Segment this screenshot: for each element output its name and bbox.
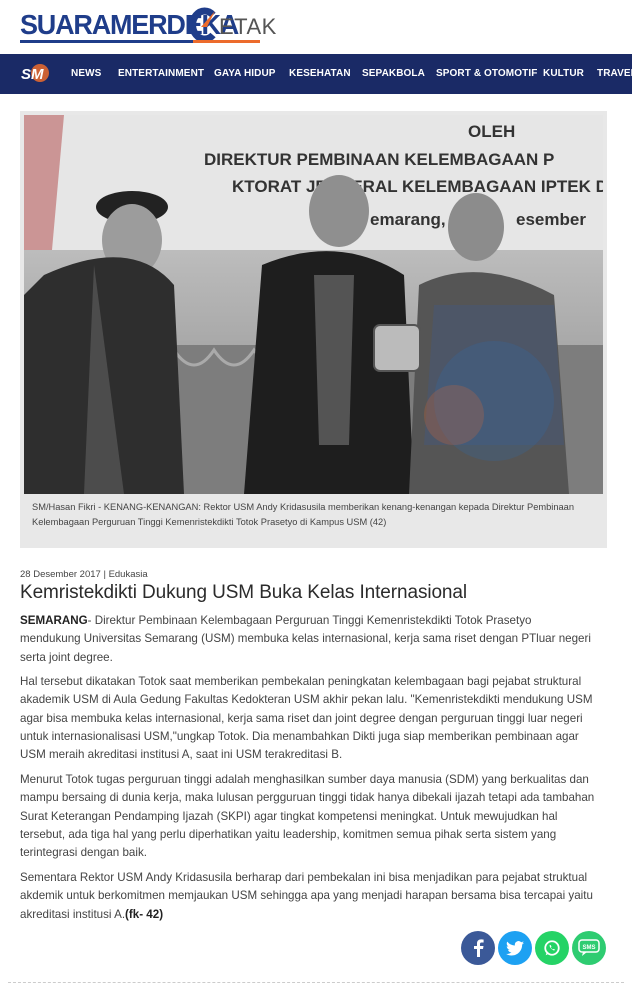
article-title: Kemristekdikti Dukung USM Buka Kelas Int… [20,582,467,603]
sm-logo-icon[interactable]: SM [20,63,50,83]
meta-separator: | [103,569,106,580]
photo-figure: OLEH DIREKTUR PEMBINAAN KELEMBAGAAN P KT… [20,111,607,548]
share-twitter-button[interactable] [498,931,532,965]
closing-text: Sementara Rektor USM Andy Kridasusila be… [20,871,593,921]
main-nav: SM NEWS ENTERTAINMENT GAYA HIDUP KESEHAT… [0,54,632,94]
sms-icon: SMS [578,939,600,956]
share-sms-button[interactable]: SMS [572,931,606,965]
nav-item-entertainment[interactable]: ENTERTAINMENT [118,68,204,79]
article-category[interactable]: Edukasia [109,569,148,580]
brand-suffix-text: ETAK [219,14,277,39]
whatsapp-icon [544,940,560,956]
article-signoff: (fk- 42) [125,907,164,921]
footer-divider [8,982,624,983]
svg-text:SM: SM [21,66,44,83]
brand-c-logo-icon[interactable] [187,7,219,43]
nav-item-gaya-hidup[interactable]: GAYA HIDUP [214,68,276,79]
article-dateline: SEMARANG [20,614,88,627]
nav-item-kesehatan[interactable]: KESEHATAN [289,68,351,79]
brand-underline [20,40,260,43]
twitter-icon [506,940,524,956]
article-photo[interactable]: OLEH DIREKTUR PEMBINAAN KELEMBAGAAN P KT… [24,115,603,494]
share-whatsapp-button[interactable] [535,931,569,965]
nav-item-sport-otomotif[interactable]: SPORT & OTOMOTIF [436,68,537,79]
svg-text:OLEH: OLEH [468,122,515,141]
article-paragraph: Menurut Totok tugas perguruan tinggi ada… [20,773,595,860]
svg-text:KTORAT JENDERAL KELEMBAGAAN IP: KTORAT JENDERAL KELEMBAGAAN IPTEK DA [232,177,603,196]
svg-text:DIREKTUR PEMBINAAN KELEMBAGAAN: DIREKTUR PEMBINAAN KELEMBAGAAN P [204,150,554,169]
photo-caption: SM/Hasan Fikri - KENANG-KENANGAN: Rektor… [32,502,575,527]
nav-item-travel[interactable]: TRAVEL [597,68,632,79]
site-header: SUARAMERDEKA ETAK [0,0,632,54]
share-facebook-button[interactable] [461,931,495,965]
lead-text: - Direktur Pembinaan Kelembagaan Perguru… [20,614,591,664]
svg-text:emarang,: emarang, [370,210,446,229]
svg-text:esember: esember [516,210,586,229]
nav-item-sepakbola[interactable]: SEPAKBOLA [362,68,425,79]
nav-item-news[interactable]: NEWS [71,68,101,79]
article-date: 28 Desember 2017 [20,569,101,580]
article-paragraph-lead: SEMARANG- Direktur Pembinaan Kelembagaan… [20,612,595,667]
nav-item-kultur[interactable]: KULTUR [543,68,584,79]
article-meta: 28 Desember 2017 | Edukasia [20,569,148,580]
article-paragraph: Hal tersebut dikatakan Totok saat member… [20,675,593,762]
svg-text:SMS: SMS [582,945,595,951]
article-paragraph-closing: Sementara Rektor USM Andy Kridasusila be… [20,869,595,924]
photo-illustration: OLEH DIREKTUR PEMBINAAN KELEMBAGAAN P KT… [24,115,603,494]
facebook-icon [474,939,484,957]
